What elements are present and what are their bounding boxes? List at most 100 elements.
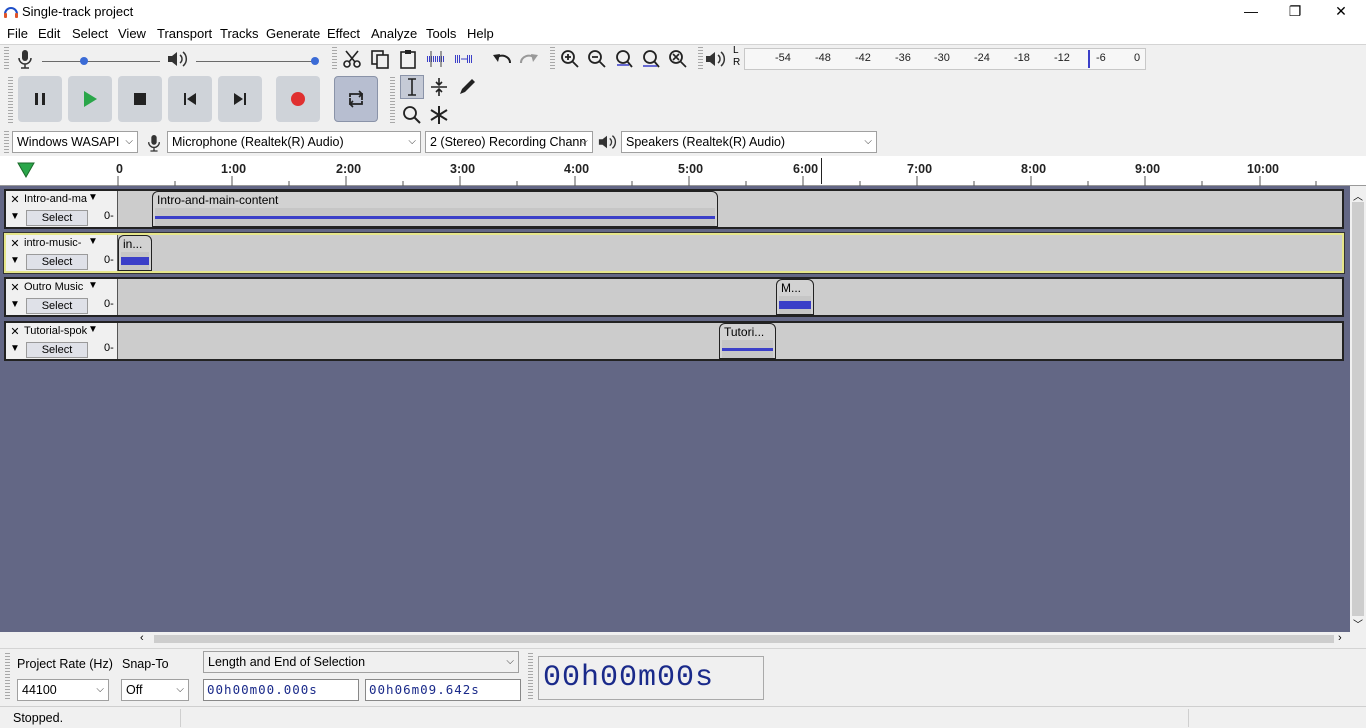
zoom-out-button[interactable]: [585, 47, 609, 71]
recording-volume-knob[interactable]: [80, 57, 88, 65]
scroll-thumb[interactable]: [154, 635, 1334, 643]
collapse-track-icon[interactable]: ▼: [10, 343, 20, 354]
track-outro-music[interactable]: ✕ Outro Music ▼ ▼ Select 0- M...: [4, 277, 1344, 317]
toolbar-grip[interactable]: [332, 47, 337, 71]
undo-button[interactable]: [490, 47, 514, 71]
toolbar-grip[interactable]: [8, 77, 13, 125]
fit-selection-button[interactable]: [612, 47, 636, 71]
track-intro-and-main[interactable]: ✕ Intro-and-ma ▼ ▼ Select 0- Intro-and-m…: [4, 189, 1344, 229]
track-select-button[interactable]: Select: [26, 254, 88, 270]
close-track-icon[interactable]: ✕: [8, 237, 22, 251]
menu-edit[interactable]: Edit: [38, 26, 60, 41]
project-rate-select[interactable]: 44100 ⌵: [17, 679, 109, 701]
pause-button[interactable]: [18, 76, 62, 122]
scroll-up-icon[interactable]: ︿: [1353, 188, 1363, 203]
selection-start-field[interactable]: 00h00m00.000s: [203, 679, 359, 701]
playback-meter-icon[interactable]: [704, 49, 726, 69]
clip-waveform[interactable]: [155, 208, 715, 226]
toolbar-grip[interactable]: [390, 77, 395, 125]
minimize-button[interactable]: —: [1228, 0, 1274, 24]
track-panel[interactable]: ✕ Intro-and-ma ▼ ▼ Select 0- Intro-and-m…: [0, 186, 1350, 632]
menu-analyze[interactable]: Analyze: [371, 26, 417, 41]
fit-project-button[interactable]: [639, 47, 663, 71]
track-intro-music[interactable]: ✕ intro-music- ▼ ▼ Select 0- in...: [3, 232, 1345, 274]
playback-device-select[interactable]: Speakers (Realtek(R) Audio) ⌵: [621, 131, 877, 153]
skip-to-start-button[interactable]: [168, 76, 212, 122]
toolbar-grip[interactable]: [4, 131, 9, 153]
track-select-button[interactable]: Select: [26, 298, 88, 314]
envelope-tool[interactable]: [427, 75, 451, 99]
clip-name[interactable]: M...: [781, 281, 801, 295]
selection-end-field[interactable]: 00h06m09.642s: [365, 679, 521, 701]
audio-clip[interactable]: in...: [118, 235, 152, 271]
menu-transport[interactable]: Transport: [157, 26, 212, 41]
zoom-toggle-button[interactable]: [666, 47, 690, 71]
track-select-button[interactable]: Select: [26, 342, 88, 358]
toolbar-grip[interactable]: [550, 47, 555, 71]
collapse-track-icon[interactable]: ▼: [10, 255, 20, 266]
menu-view[interactable]: View: [118, 26, 146, 41]
clip-name[interactable]: in...: [123, 237, 142, 251]
copy-button[interactable]: [368, 47, 392, 71]
playback-volume-slider[interactable]: [196, 61, 318, 62]
restore-button[interactable]: ❐: [1272, 0, 1318, 24]
track-menu-chevron-icon[interactable]: ▼: [88, 324, 98, 335]
clip-waveform[interactable]: [722, 340, 773, 358]
scroll-left-icon[interactable]: ‹: [140, 632, 144, 644]
menu-select[interactable]: Select: [72, 26, 108, 41]
horizontal-scrollbar[interactable]: ‹ ›: [138, 632, 1350, 646]
scroll-down-icon[interactable]: ﹀: [1353, 616, 1363, 631]
selection-mode-select[interactable]: Length and End of Selection ⌵: [203, 651, 519, 673]
draw-tool[interactable]: [455, 75, 479, 99]
audio-clip[interactable]: Intro-and-main-content: [152, 191, 718, 227]
recording-channels-select[interactable]: 2 (Stereo) Recording Chann ⌵: [425, 131, 593, 153]
skip-to-end-button[interactable]: [218, 76, 262, 122]
playback-meter[interactable]: -54 -48 -42 -36 -30 -24 -18 -12 -6 0: [744, 48, 1146, 70]
collapse-track-icon[interactable]: ▼: [10, 211, 20, 222]
track-menu-chevron-icon[interactable]: ▼: [88, 236, 98, 247]
menu-help[interactable]: Help: [467, 26, 494, 41]
clip-name[interactable]: Tutori...: [724, 325, 764, 339]
menu-file[interactable]: File: [7, 26, 28, 41]
menu-tools[interactable]: Tools: [426, 26, 456, 41]
close-button[interactable]: ✕: [1318, 0, 1364, 24]
paste-button[interactable]: [396, 47, 420, 71]
recording-device-select[interactable]: Microphone (Realtek(R) Audio) ⌵: [167, 131, 421, 153]
silence-audio-button[interactable]: [452, 47, 476, 71]
audio-clip[interactable]: M...: [776, 279, 814, 315]
track-menu-chevron-icon[interactable]: ▼: [88, 280, 98, 291]
close-track-icon[interactable]: ✕: [8, 281, 22, 295]
toolbar-grip[interactable]: [4, 47, 9, 71]
play-button[interactable]: [68, 76, 112, 122]
close-track-icon[interactable]: ✕: [8, 193, 22, 207]
redo-button[interactable]: [517, 47, 541, 71]
toolbar-grip[interactable]: [5, 653, 10, 701]
scroll-right-icon[interactable]: ›: [1338, 632, 1342, 644]
menu-effect[interactable]: Effect: [327, 26, 360, 41]
cut-button[interactable]: [340, 47, 364, 71]
clip-waveform[interactable]: [121, 252, 149, 270]
zoom-tool[interactable]: [400, 103, 424, 127]
record-button[interactable]: [276, 76, 320, 122]
clip-waveform[interactable]: [779, 296, 811, 314]
loop-button[interactable]: [334, 76, 378, 122]
audio-position-display[interactable]: 00h00m00s: [538, 656, 764, 700]
track-menu-chevron-icon[interactable]: ▼: [88, 192, 98, 203]
recording-volume-slider[interactable]: [42, 61, 160, 62]
menu-generate[interactable]: Generate: [266, 26, 320, 41]
scroll-thumb[interactable]: [1352, 202, 1364, 616]
playback-volume-knob[interactable]: [311, 57, 319, 65]
selection-tool[interactable]: [400, 75, 424, 99]
audio-host-select[interactable]: Windows WASAPI ⌵: [12, 131, 138, 153]
stop-button[interactable]: [118, 76, 162, 122]
toolbar-grip[interactable]: [528, 653, 533, 701]
multi-tool[interactable]: [427, 103, 451, 127]
track-tutorial-spoken[interactable]: ✕ Tutorial-spok ▼ ▼ Select 0- Tutori...: [4, 321, 1344, 361]
audio-clip[interactable]: Tutori...: [719, 323, 776, 359]
timeline-ruler[interactable]: 0 1:00 2:00 3:00 4:00 5:00 6:00 7:00 8:0…: [0, 156, 1366, 186]
menu-tracks[interactable]: Tracks: [220, 26, 259, 41]
collapse-track-icon[interactable]: ▼: [10, 299, 20, 310]
track-select-button[interactable]: Select: [26, 210, 88, 226]
toolbar-grip[interactable]: [698, 47, 703, 71]
zoom-in-button[interactable]: [558, 47, 582, 71]
